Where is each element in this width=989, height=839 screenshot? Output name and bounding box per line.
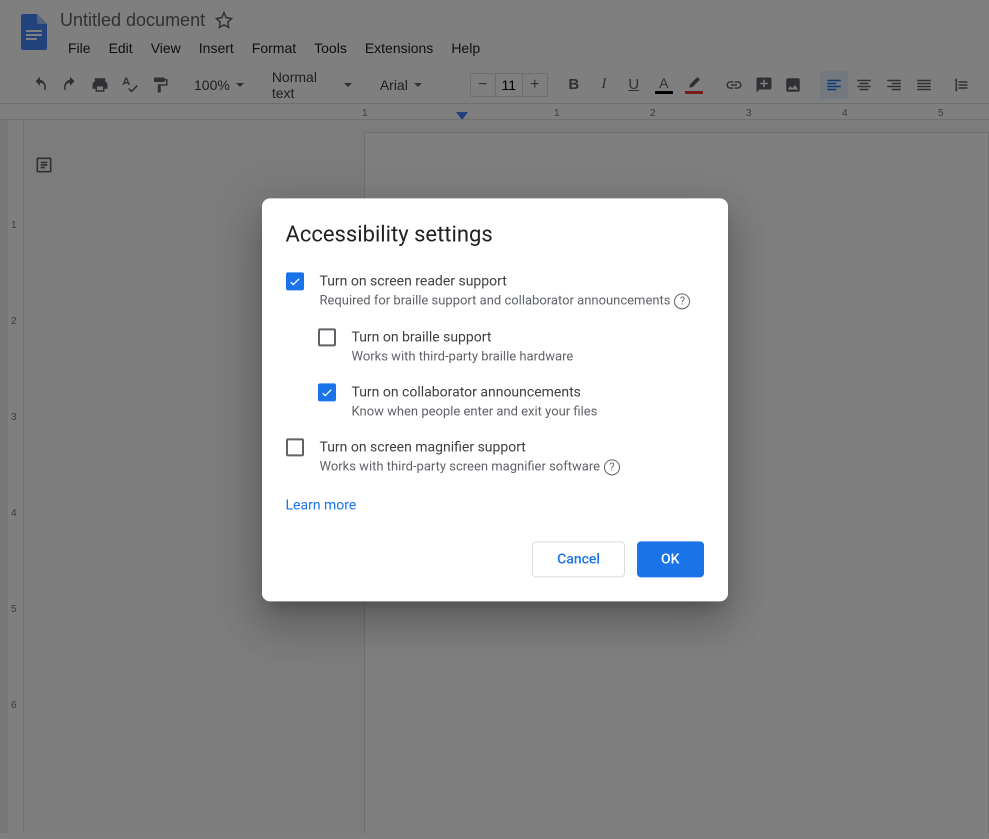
accessibility-settings-dialog: Accessibility settings Turn on screen re… bbox=[262, 198, 728, 601]
option-label: Turn on braille support bbox=[352, 327, 574, 347]
checkbox-screen-reader[interactable] bbox=[286, 272, 304, 290]
dialog-title: Accessibility settings bbox=[286, 222, 704, 247]
option-label: Turn on collaborator announcements bbox=[352, 382, 598, 402]
ok-button[interactable]: OK bbox=[637, 541, 704, 577]
option-desc: Works with third-party screen magnifier … bbox=[320, 459, 601, 474]
option-desc: Required for braille support and collabo… bbox=[320, 293, 671, 308]
cancel-button[interactable]: Cancel bbox=[532, 541, 625, 577]
option-desc: Know when people enter and exit your fil… bbox=[352, 404, 598, 419]
checkbox-collaborator[interactable] bbox=[318, 383, 336, 401]
option-braille: Turn on braille support Works with third… bbox=[318, 327, 704, 364]
checkbox-braille[interactable] bbox=[318, 328, 336, 346]
option-desc: Works with third-party braille hardware bbox=[352, 349, 574, 364]
help-icon[interactable]: ? bbox=[674, 293, 690, 309]
help-icon[interactable]: ? bbox=[604, 459, 620, 475]
learn-more-link[interactable]: Learn more bbox=[286, 497, 357, 513]
option-screen-reader: Turn on screen reader support Required f… bbox=[286, 271, 704, 309]
option-label: Turn on screen reader support bbox=[320, 271, 691, 291]
option-collaborator: Turn on collaborator announcements Know … bbox=[318, 382, 704, 419]
option-magnifier: Turn on screen magnifier support Works w… bbox=[286, 437, 704, 475]
option-label: Turn on screen magnifier support bbox=[320, 437, 621, 457]
checkbox-magnifier[interactable] bbox=[286, 438, 304, 456]
